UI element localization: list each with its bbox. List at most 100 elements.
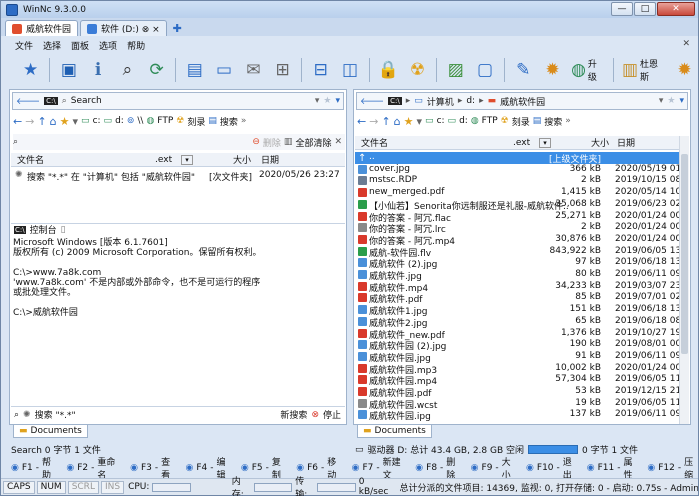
file-row[interactable]: 威航软件1.jpg151 kB2019/06/18 13:16	[355, 304, 679, 317]
file-row[interactable]: 你的答案 - 阿冗.lrc2 kB2020/01/24 00:25	[355, 222, 679, 235]
col-ext-header[interactable]: .ext	[155, 155, 172, 165]
file-row[interactable]: 【小仙若】Senorita你远制服还是礼服-威航软件... 35,068 kB 20…	[355, 199, 679, 212]
nav-dropdown-icon[interactable]: ▾	[417, 115, 423, 128]
new-search-button[interactable]: 新搜索	[280, 408, 307, 421]
history-dropdown-icon[interactable]: ▾	[679, 96, 684, 106]
ftp-label[interactable]: FTP	[157, 116, 173, 126]
file-row[interactable]: 威航软件园.wcst19 kB2019/06/05 11:15	[355, 398, 679, 411]
menu-close-icon[interactable]: ✕	[682, 39, 690, 49]
col-date-header[interactable]: 日期	[261, 153, 279, 166]
drive-c-icon[interactable]: ▭	[81, 116, 90, 126]
drive-d-icon[interactable]: ▭	[448, 116, 457, 126]
breadcrumb-folder[interactable]: 威航软件园	[500, 95, 545, 108]
file-row[interactable]: new_merged.pdf 1,415 kB 2020/05/14 10:39	[355, 187, 679, 199]
menu-select[interactable]: 选择	[43, 39, 61, 52]
file-row[interactable]: ↑.. [上级文件夹]	[355, 152, 679, 165]
radiation-icon[interactable]: ☢	[404, 56, 431, 84]
col-sort-icon[interactable]: ▾	[539, 137, 551, 148]
mail-icon[interactable]: ✉	[240, 56, 267, 84]
back-icon[interactable]: ←	[357, 115, 366, 128]
search-binoculars-icon[interactable]: ⌕	[114, 56, 141, 84]
search-nav-icon[interactable]: ▤	[533, 116, 542, 126]
scroll-thumb[interactable]	[681, 154, 688, 354]
delete-icon[interactable]: ⊖	[252, 137, 260, 147]
file-row[interactable]: 威航软件2.jpg65 kB2019/06/18 08:58	[355, 316, 679, 329]
file-row[interactable]: 威航软件园.pdf53 kB2019/12/15 21:36	[355, 386, 679, 399]
col-date-header[interactable]: 日期	[617, 136, 635, 149]
close-search-icon[interactable]: ✕	[334, 137, 342, 147]
col-ext-header[interactable]: .ext	[513, 138, 530, 148]
file-row[interactable]: 威航软件.mp434,233 kB2019/03/07 23:31	[355, 281, 679, 294]
back-arrow-icon[interactable]: 🡐	[360, 96, 384, 107]
computer-icon[interactable]: ▭	[210, 56, 237, 84]
col-size-header[interactable]: 大小	[233, 153, 251, 166]
ftp-icon[interactable]: ◍	[146, 116, 154, 126]
menu-options[interactable]: 选项	[99, 39, 117, 52]
forward-icon[interactable]: →	[369, 115, 378, 128]
file-row[interactable]: 威航软件园.mp457,304 kB2019/06/05 11:28	[355, 374, 679, 387]
ftp-icon[interactable]: ◍	[471, 116, 479, 126]
favorites-star-icon[interactable]: ★	[17, 56, 44, 84]
drive-d-icon[interactable]: ▭	[104, 116, 113, 126]
network-label[interactable]: \\	[137, 116, 143, 126]
stop-icon[interactable]: ⊗	[311, 410, 319, 420]
refresh-icon[interactable]: ⟳	[143, 56, 170, 84]
favorite-star-icon[interactable]: ★	[323, 96, 331, 106]
file-row[interactable]: 威航软件园.jpg91 kB2019/06/11 09:57	[355, 351, 679, 364]
drive-d-label[interactable]: d:	[459, 116, 468, 126]
burn-icon[interactable]: ☢	[501, 116, 509, 126]
trash-icon[interactable]: ▥	[284, 137, 293, 147]
dropdown-arrow-icon[interactable]: ▾	[315, 96, 320, 106]
dropdown-arrow-icon[interactable]: ▾	[659, 96, 664, 106]
home-icon[interactable]: ⌂	[394, 115, 401, 128]
delete-button[interactable]: 删除	[263, 136, 281, 149]
dusj-button[interactable]: ▥ 杜恩斯	[619, 56, 669, 84]
minimize-button[interactable]: —	[611, 2, 633, 16]
col-name-header[interactable]: 文件名	[361, 136, 388, 149]
file-row[interactable]: 你的答案 - 阿冗.mp430,876 kB2020/01/24 00:25	[355, 234, 679, 247]
file-row[interactable]: 威航软件园 (2).jpg190 kB2019/08/01 00:22	[355, 339, 679, 352]
right-scrollbar[interactable]	[679, 136, 689, 424]
file-row[interactable]: 威航软件 (2).jpg97 kB2019/06/18 13:16	[355, 257, 679, 270]
right-address-bar[interactable]: 🡐 C:\ ▸ ▭ 计算机 ▸ d: ▸ ▬ 威航软件园 ▾ ★ ▾	[356, 92, 688, 110]
menu-help[interactable]: 帮助	[127, 39, 145, 52]
archive-icon[interactable]: ⊞	[269, 56, 296, 84]
file-row[interactable]: 威航软件_new.pdf1,376 kB2019/10/27 19:05	[355, 328, 679, 341]
back-icon[interactable]: ←	[13, 115, 22, 128]
upgrade-button[interactable]: ◍ 升级	[568, 56, 608, 84]
home-icon[interactable]: ⌂	[50, 115, 57, 128]
image-viewer-icon[interactable]: ▨	[442, 56, 469, 84]
burn-icon[interactable]: ☢	[176, 116, 184, 126]
bug-icon[interactable]: ✹	[539, 56, 566, 84]
col-sort-icon[interactable]: ▾	[181, 154, 193, 165]
edit-icon[interactable]: ✎	[510, 56, 537, 84]
network-folder-icon[interactable]: ▤	[181, 56, 208, 84]
search-nav-icon[interactable]: ▤	[208, 116, 217, 126]
more-arrows-icon[interactable]: »	[565, 116, 571, 126]
history-dropdown-icon[interactable]: ▾	[335, 96, 340, 106]
file-row[interactable]: 威航-软件园.flv843,922 kB2019/06/05 13:51	[355, 246, 679, 259]
more-arrows-icon[interactable]: »	[241, 116, 247, 126]
drive-c-label[interactable]: c:	[437, 116, 445, 126]
burn-label[interactable]: 刻录	[187, 115, 205, 128]
close-button[interactable]: ✕	[657, 2, 695, 16]
tab-software-d[interactable]: 软件 (D:) ⊗ ×	[80, 20, 167, 36]
file-row[interactable]: 威航软件园.ipg 137 kB 2019/06/11 09:57	[355, 409, 679, 422]
favorites-icon[interactable]: ★	[60, 115, 70, 128]
console-icon[interactable]: ▣	[55, 56, 82, 84]
menu-panel[interactable]: 面板	[71, 39, 89, 52]
file-row[interactable]: 威航软件.jpg80 kB2019/06/11 09:57	[355, 269, 679, 282]
bug-icon[interactable]: ✹	[671, 56, 698, 84]
file-row[interactable]: mstsc.RDP 2 kB 2019/10/15 08:24	[355, 175, 679, 187]
tab-weihang[interactable]: 威航软件园	[5, 20, 79, 36]
left-documents-tab[interactable]: ▬ Documents	[13, 425, 88, 438]
forward-icon[interactable]: →	[25, 115, 34, 128]
drive-c-icon[interactable]: ▭	[425, 116, 434, 126]
breadcrumb-drive[interactable]: d:	[466, 96, 475, 106]
menu-file[interactable]: 文件	[15, 39, 33, 52]
file-row[interactable]: cover.jpg 366 kB 2020/05/19 01:02	[355, 164, 679, 176]
search-label[interactable]: 搜索	[544, 115, 562, 128]
search-label[interactable]: 搜索	[220, 115, 238, 128]
burn-label[interactable]: 刻录	[512, 115, 530, 128]
split-horizontal-icon[interactable]: ◫	[336, 56, 363, 84]
